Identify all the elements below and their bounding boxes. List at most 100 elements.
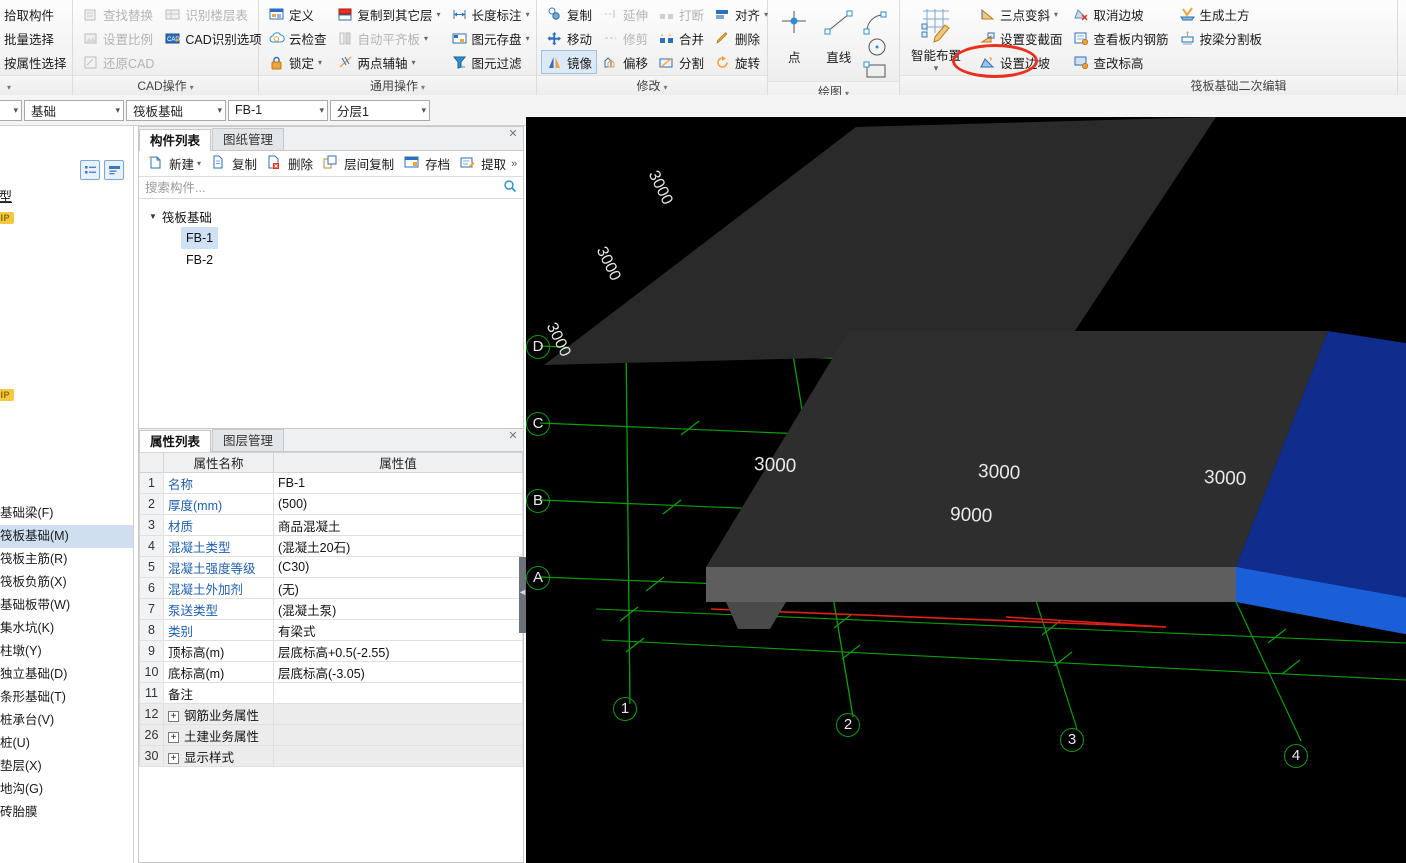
row-value[interactable]: [273, 682, 523, 704]
ribbon-item-cloud-check[interactable]: 云检查: [263, 26, 332, 50]
ribbon-item-shape-tools[interactable]: [861, 4, 895, 81]
row-value[interactable]: 商品混凝土: [273, 514, 523, 536]
chevron-down-icon[interactable]: ▾: [217, 105, 222, 116]
delete-component-button[interactable]: 删除: [262, 153, 318, 175]
sidebar-item-cushion-layer[interactable]: 垫层(X): [0, 755, 133, 778]
group-caret[interactable]: ▾: [664, 83, 668, 92]
ribbon-item-auto-align-slab[interactable]: 自动平齐板 ▾: [332, 26, 446, 50]
chevron-down-icon[interactable]: ▾: [437, 10, 441, 19]
tab-layer-management[interactable]: 图层管理: [212, 429, 285, 451]
sidebar-item-trench[interactable]: 地沟(G): [0, 778, 133, 801]
chevron-down-icon[interactable]: ▾: [934, 64, 939, 73]
table-row[interactable]: 1 名称 FB-1: [139, 472, 523, 494]
inter-floor-copy-button[interactable]: 层间复制: [318, 153, 399, 175]
table-row[interactable]: 26 + 土建业务属性: [139, 724, 523, 746]
row-name[interactable]: + 钢筋业务属性: [163, 703, 274, 725]
table-row[interactable]: 30 + 显示样式: [139, 745, 523, 767]
table-row[interactable]: 7 泵送类型 (混凝土泵): [139, 598, 523, 620]
row-value[interactable]: (C30): [273, 556, 523, 578]
grid-bubble-B[interactable]: B: [526, 489, 550, 513]
row-value[interactable]: (500): [273, 493, 523, 515]
sidebar-item-foundation-beam[interactable]: 基础梁(F): [0, 502, 133, 525]
model-3d-canvas[interactable]: [526, 117, 1406, 863]
extract-button[interactable]: 提取: [455, 153, 511, 175]
row-name[interactable]: + 土建业务属性: [163, 724, 274, 746]
ribbon-item-cad-recognize-options[interactable]: CAD CAD识别选项: [159, 26, 266, 50]
sidebar-item-isolated-foundation[interactable]: 独立基础(D): [0, 663, 133, 686]
chevron-down-icon[interactable]: ▾: [421, 105, 426, 116]
list-view-icon[interactable]: [80, 160, 100, 180]
tab-property-list[interactable]: 属性列表: [139, 430, 212, 452]
expand-icon[interactable]: +: [168, 731, 179, 743]
chevron-down-icon[interactable]: ▾: [412, 58, 416, 67]
ribbon-item-recognize-floor-table[interactable]: 识别楼层表: [159, 2, 266, 26]
grid-bubble-2[interactable]: 2: [836, 713, 860, 737]
table-row[interactable]: 2 厚度(mm) (500): [139, 493, 523, 515]
search-input[interactable]: [145, 180, 503, 195]
table-row[interactable]: 9 顶标高(m) 层底标高+0.5(-2.55): [139, 640, 523, 662]
row-value[interactable]: 层底标高(-3.05): [273, 661, 523, 683]
sidebar-item-brick-formwork[interactable]: 砖胎膜: [0, 801, 133, 824]
ribbon-item-copy[interactable]: 复制: [541, 2, 597, 26]
table-row[interactable]: 10 底标高(m) 层底标高(-3.05): [139, 661, 523, 683]
table-row[interactable]: 5 混凝土强度等级 (C30): [139, 556, 523, 578]
detail-view-icon[interactable]: [104, 160, 124, 180]
grid-bubble-3[interactable]: 3: [1060, 728, 1084, 752]
row-value[interactable]: (混凝土泵): [273, 598, 523, 620]
group-caret[interactable]: ▾: [190, 83, 194, 92]
ribbon-item-extend[interactable]: 延伸: [597, 2, 653, 26]
category-combo[interactable]: 基础 ▾: [24, 99, 124, 121]
table-row[interactable]: 4 混凝土类型 (混凝土20石): [139, 535, 523, 557]
grid-bubble-1[interactable]: 1: [613, 697, 637, 721]
tree-node-raft-foundation[interactable]: ▼ 筏板基础: [149, 205, 523, 227]
ribbon-item-rotate[interactable]: 旋转: [709, 50, 773, 74]
sidebar-item-strip-foundation[interactable]: 条形基础(T): [0, 686, 133, 709]
chevron-down-icon[interactable]: ▾: [526, 34, 530, 43]
copy-component-button[interactable]: 复制: [206, 153, 262, 175]
chevron-down-icon[interactable]: ▼: [149, 212, 157, 221]
ribbon-item-set-scale[interactable]: 设置比例: [77, 26, 159, 50]
floor-combo[interactable]: ▾: [0, 99, 22, 121]
grid-bubble-4[interactable]: 4: [1284, 744, 1308, 768]
ribbon-item-restore-cad[interactable]: 还原CAD: [77, 50, 159, 74]
chevron-down-icon[interactable]: ▾: [526, 10, 530, 19]
row-name[interactable]: + 显示样式: [163, 745, 274, 767]
row-value[interactable]: 层底标高+0.5(-2.55): [273, 640, 523, 662]
table-row[interactable]: 11 备注: [139, 682, 523, 704]
group-caret[interactable]: ▾: [7, 83, 11, 92]
expand-icon[interactable]: +: [168, 710, 179, 722]
ribbon-item-batch-select[interactable]: 批量选择: [0, 26, 72, 50]
sidebar-item-column-pier[interactable]: 柱墩(Y): [0, 640, 133, 663]
component-type-combo[interactable]: 筏板基础 ▾: [126, 99, 226, 121]
ribbon-item-define[interactable]: 定义: [263, 2, 332, 26]
ribbon-item-line-tool[interactable]: 直线: [817, 4, 862, 66]
ribbon-item-select-by-property[interactable]: 按属性选择: [0, 50, 72, 74]
ribbon-item-two-point-aux-axis[interactable]: 两点辅轴 ▾: [332, 50, 446, 74]
ribbon-item-cancel-slope[interactable]: 取消边坡: [1068, 2, 1174, 26]
chevron-down-icon[interactable]: ▾: [1054, 10, 1058, 19]
table-row[interactable]: 8 类别 有梁式: [139, 619, 523, 641]
chevron-down-icon[interactable]: ▾: [13, 105, 18, 116]
ribbon-item-merge[interactable]: 合并: [653, 26, 709, 50]
row-value[interactable]: (混凝土20石): [273, 535, 523, 557]
tab-drawing-management[interactable]: 图纸管理: [212, 128, 285, 150]
chevron-down-icon[interactable]: ▾: [424, 34, 428, 43]
toolbar-overflow-button[interactable]: »: [511, 158, 520, 170]
ribbon-item-three-point-slope[interactable]: 三点变斜 ▾: [974, 2, 1068, 26]
ribbon-item-trim[interactable]: 修剪: [597, 26, 653, 50]
ribbon-item-find-replace[interactable]: 查找替换: [77, 2, 159, 26]
expand-icon[interactable]: +: [168, 752, 179, 764]
component-name-combo[interactable]: FB-1 ▾: [228, 99, 328, 121]
search-icon[interactable]: [503, 179, 517, 196]
ribbon-item-pick-component[interactable]: 拾取构件: [0, 2, 72, 26]
ribbon-item-delete[interactable]: 删除: [709, 26, 773, 50]
chevron-down-icon[interactable]: ▾: [319, 105, 324, 116]
chevron-down-icon[interactable]: ▾: [318, 58, 322, 67]
sidebar-item-raft-negative-rebar[interactable]: 筏板负筋(X): [0, 571, 133, 594]
ribbon-item-split-slab-by-beam[interactable]: 按梁分割板: [1174, 26, 1268, 50]
layer-combo[interactable]: 分层1 ▾: [330, 99, 430, 121]
sidebar-item-raft-foundation[interactable]: 筏板基础(M): [0, 525, 133, 548]
ribbon-item-copy-to-other-floor[interactable]: 复制到其它层 ▾: [332, 2, 446, 26]
grid-bubble-A[interactable]: A: [526, 566, 550, 590]
ribbon-item-align[interactable]: 对齐 ▾: [709, 2, 773, 26]
